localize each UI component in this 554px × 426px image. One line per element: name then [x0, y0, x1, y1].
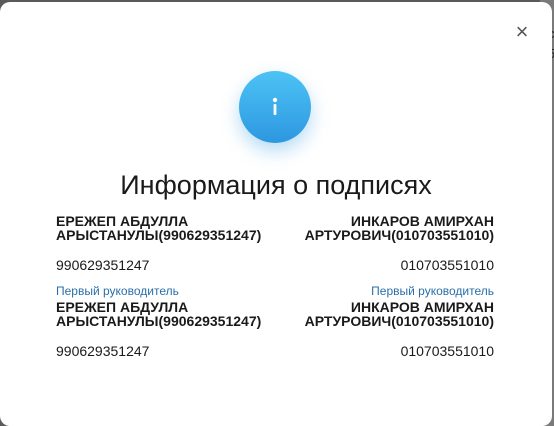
- signature-info-modal: × Информация о подписях ЕРЕЖЕП АБДУЛЛА А…: [0, 2, 552, 426]
- signer-name: ИНКАРОВ АМИРХАН АРТУРОВИЧ(010703551010): [304, 299, 494, 329]
- info-icon: [239, 71, 311, 143]
- signature-entry: ИНКАРОВ АМИРХАН АРТУРОВИЧ(010703551010) …: [254, 214, 494, 298]
- signatures-right-column: ИНКАРОВ АМИРХАН АРТУРОВИЧ(010703551010) …: [254, 214, 494, 359]
- signature-entry: ИНКАРОВ АМИРХАН АРТУРОВИЧ(010703551010) …: [254, 300, 494, 359]
- modal-title: Информация о подписях: [120, 170, 432, 200]
- signer-name: ИНКАРОВ АМИРХАН АРТУРОВИЧ(010703551010): [304, 213, 494, 243]
- close-icon[interactable]: ×: [516, 21, 529, 43]
- signer-iin: 010703551010: [400, 257, 494, 273]
- signer-iin: 010703551010: [400, 343, 494, 359]
- close-button[interactable]: ×: [511, 21, 533, 43]
- signer-role: Первый руководитель: [371, 284, 494, 298]
